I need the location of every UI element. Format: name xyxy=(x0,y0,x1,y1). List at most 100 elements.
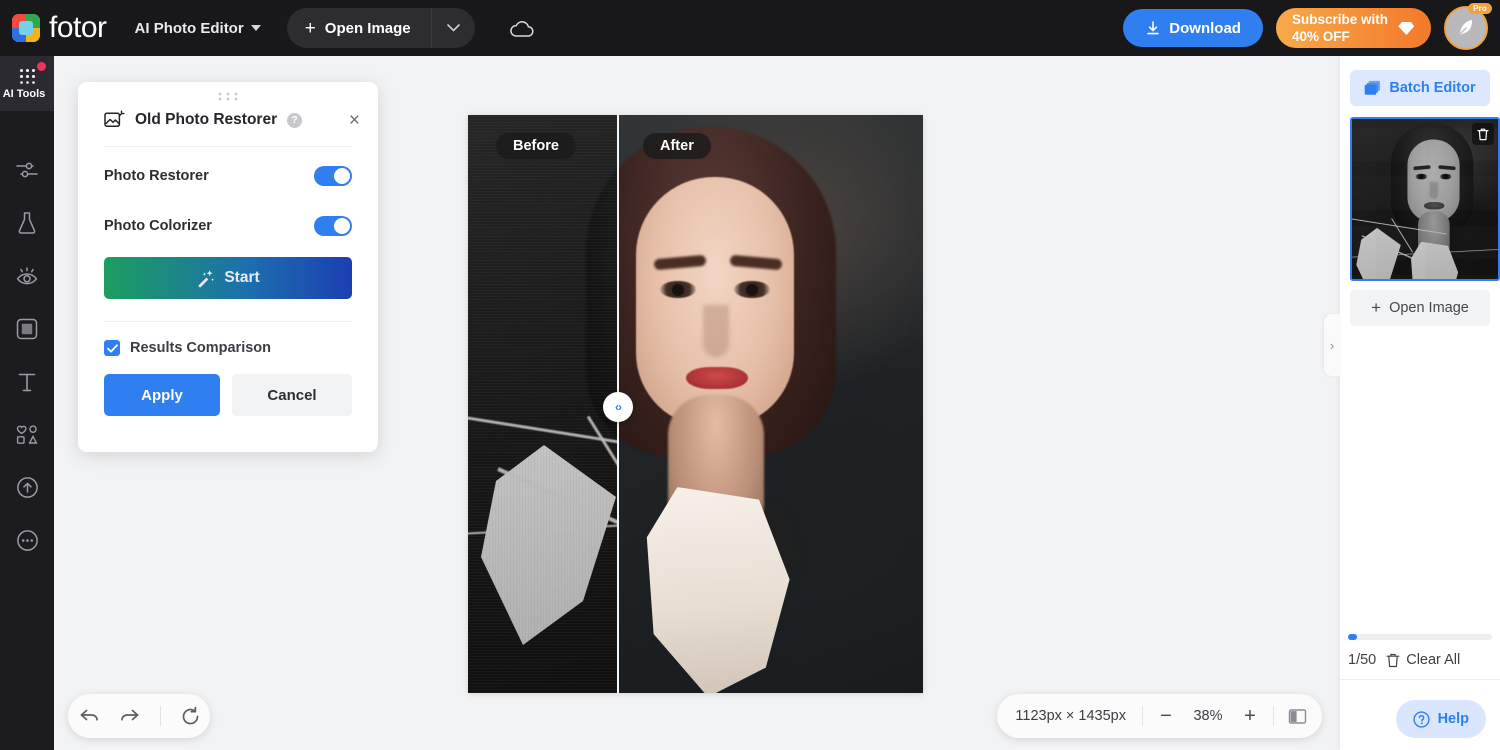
photo-colorizer-toggle[interactable] xyxy=(314,216,352,236)
batch-thumbnail-item[interactable] xyxy=(1350,117,1500,281)
thumbnail-scrollbar[interactable] xyxy=(1348,634,1492,640)
clear-all-label: Clear All xyxy=(1406,652,1461,668)
sidebar-item-ai-tools[interactable]: AI Tools xyxy=(0,56,54,111)
right-panel-footer: 1/50 Clear All xyxy=(1340,634,1500,680)
help-button[interactable]: Help xyxy=(1395,700,1486,738)
download-button[interactable]: Download xyxy=(1123,9,1263,47)
panel-title: Old Photo Restorer xyxy=(135,111,278,128)
close-icon[interactable]: × xyxy=(349,111,360,130)
open-image-group: + Open Image xyxy=(286,8,475,48)
clear-all-button[interactable]: Clear All xyxy=(1386,652,1460,668)
sidebar-item-retouch[interactable] xyxy=(0,196,54,249)
open-image-label: Open Image xyxy=(324,19,411,37)
start-label: Start xyxy=(224,269,260,286)
scrollbar-thumb[interactable] xyxy=(1348,634,1357,640)
start-button[interactable]: Start xyxy=(104,257,352,299)
after-image-half xyxy=(618,115,923,693)
results-comparison-row[interactable]: Results Comparison xyxy=(78,340,378,356)
toggle-knob xyxy=(334,218,350,234)
left-sidebar: AI Tools xyxy=(0,56,54,750)
sidebar-item-upload[interactable] xyxy=(0,461,54,514)
sliders-icon xyxy=(16,162,38,177)
sidebar-item-more[interactable] xyxy=(0,514,54,567)
redo-icon xyxy=(120,709,138,721)
subscribe-line-1: Subscribe with xyxy=(1291,12,1388,27)
cloud-icon xyxy=(509,20,534,37)
pro-badge: Pro xyxy=(1468,3,1492,14)
chevron-down-icon xyxy=(446,24,460,32)
redo-button[interactable] xyxy=(119,706,141,726)
cancel-button[interactable]: Cancel xyxy=(232,374,352,416)
open-image-panel-label: Open Image xyxy=(1389,300,1469,316)
toolbar-divider xyxy=(159,706,161,726)
batch-editor-tab[interactable]: Batch Editor xyxy=(1350,70,1490,106)
header-actions: Download Subscribe with 40% OFF Pro xyxy=(1123,0,1492,56)
before-image-half xyxy=(468,115,617,693)
panel-drag-handle[interactable] xyxy=(78,92,378,101)
sidebar-item-text[interactable] xyxy=(0,355,54,408)
flask-icon xyxy=(18,211,36,234)
brand-logo[interactable]: fotor xyxy=(12,11,107,45)
notification-dot-icon xyxy=(37,62,46,71)
sidebar-item-elements[interactable] xyxy=(0,408,54,461)
plus-icon: + xyxy=(304,17,316,39)
zoom-out-button[interactable]: − xyxy=(1153,703,1179,729)
brand-name: fotor xyxy=(49,11,107,44)
results-comparison-checkbox[interactable] xyxy=(104,340,120,356)
panel-header: Old Photo Restorer ? × xyxy=(78,82,378,130)
photo-restorer-row: Photo Restorer xyxy=(78,155,378,197)
right-panel: Batch Editor + Open Image 1/50 Clear All… xyxy=(1340,56,1500,750)
photo-restorer-toggle[interactable] xyxy=(314,166,352,186)
sidebar-item-frame[interactable] xyxy=(0,302,54,355)
app-switcher[interactable]: AI Photo Editor xyxy=(135,20,261,37)
diamond-icon xyxy=(1398,21,1415,35)
open-image-dropdown[interactable] xyxy=(430,8,475,48)
download-label: Download xyxy=(1169,19,1241,37)
chevron-down-icon xyxy=(250,25,261,31)
sidebar-item-adjust[interactable] xyxy=(0,143,54,196)
help-info-icon[interactable]: ? xyxy=(287,112,303,128)
delete-thumbnail-button[interactable] xyxy=(1472,123,1494,145)
open-image-button[interactable]: + Open Image xyxy=(287,8,431,48)
reset-button[interactable] xyxy=(180,706,201,727)
image-comparison-viewer[interactable]: ‹› Before After xyxy=(468,115,923,693)
subscribe-text: Subscribe with 40% OFF xyxy=(1292,11,1388,45)
after-photo xyxy=(618,115,923,693)
batch-layers-icon xyxy=(1365,80,1381,95)
panel-actions: Apply Cancel xyxy=(78,374,378,416)
cloud-save-button[interactable] xyxy=(509,19,535,38)
sidebar-item-effects[interactable] xyxy=(0,249,54,302)
photo-colorizer-row: Photo Colorizer xyxy=(78,205,378,247)
compare-view-button[interactable] xyxy=(1284,703,1310,729)
eye-icon xyxy=(16,266,38,284)
comparison-slider-handle[interactable]: ‹› xyxy=(603,392,633,422)
undo-icon xyxy=(80,709,98,721)
results-comparison-label: Results Comparison xyxy=(130,340,271,356)
zoom-in-button[interactable]: + xyxy=(1237,703,1263,729)
feather-icon xyxy=(1458,20,1473,36)
subscribe-line-2: 40% OFF xyxy=(1291,29,1350,44)
batch-counter: 1/50 xyxy=(1348,652,1377,668)
apply-button[interactable]: Apply xyxy=(104,374,221,416)
top-header: fotor AI Photo Editor + Open Image Downl… xyxy=(0,0,1500,56)
reset-icon xyxy=(182,706,198,724)
panel-divider-top xyxy=(104,146,352,147)
open-image-panel-button[interactable]: + Open Image xyxy=(1350,290,1490,326)
ellipsis-icon xyxy=(16,530,38,551)
footer-divider xyxy=(1340,679,1500,680)
batch-meta-row: 1/50 Clear All xyxy=(1340,652,1500,668)
text-icon xyxy=(18,373,36,391)
before-photo xyxy=(468,115,617,693)
fotor-app-window: fotor AI Photo Editor + Open Image Downl… xyxy=(0,0,1500,750)
download-icon xyxy=(1147,21,1160,35)
before-label: Before xyxy=(496,133,576,159)
trash-icon xyxy=(1477,128,1489,140)
magic-wand-icon xyxy=(198,269,215,288)
user-avatar[interactable]: Pro xyxy=(1444,3,1492,50)
undo-button[interactable] xyxy=(78,706,100,726)
grid-icon xyxy=(19,68,35,84)
sidebar-item-ai-tools-label: AI Tools xyxy=(2,87,46,100)
photo-restore-icon xyxy=(104,110,125,127)
subscribe-button[interactable]: Subscribe with 40% OFF xyxy=(1275,8,1431,48)
collapse-right-panel-button[interactable]: › xyxy=(1324,314,1340,376)
